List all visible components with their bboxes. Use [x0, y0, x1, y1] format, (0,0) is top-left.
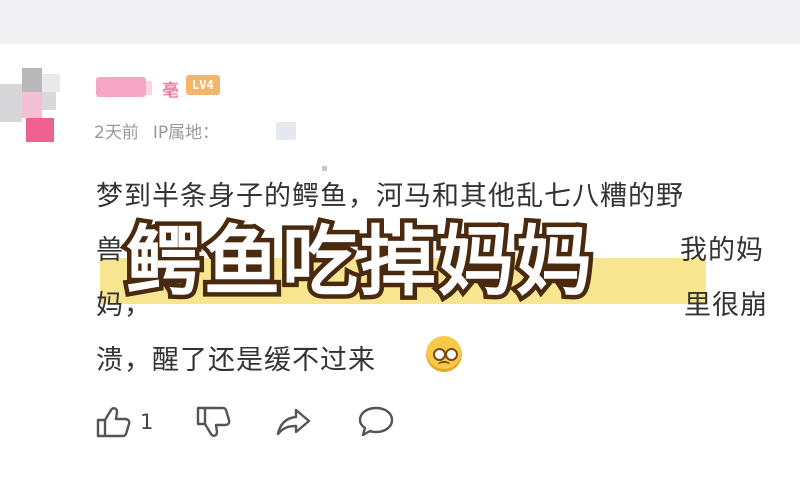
username-blurred-tail: [146, 81, 152, 95]
share-icon[interactable]: [274, 402, 314, 446]
comment-time: 2天前: [94, 123, 139, 143]
comment-text-fragment: 里很崩: [684, 290, 768, 321]
comment-icon[interactable]: [356, 402, 396, 446]
comment-text-fragment: 我的妈: [680, 235, 764, 266]
avatar-pixel: [42, 74, 60, 92]
stray-mark: [322, 166, 327, 171]
username-blurred[interactable]: [96, 77, 146, 97]
ip-location-label: IP属地：: [152, 123, 220, 143]
thumbs-up-icon[interactable]: [94, 402, 134, 446]
comment-text-line: 溃，醒了还是缓不过来: [96, 345, 376, 376]
avatar-pixel: [42, 92, 56, 110]
avatar-pixel: [22, 68, 42, 92]
comment-meta: 2天前 IP属地：: [94, 118, 219, 143]
username-char: 亳: [162, 81, 179, 101]
overlay-caption: 鳄鱼吃掉妈妈: [122, 213, 597, 311]
like-count: 1: [140, 410, 154, 434]
ip-location-blurred: [276, 122, 296, 140]
avatar-pixel: [26, 118, 54, 142]
avatar-pixel: [0, 84, 22, 122]
level-badge: LV4: [186, 75, 220, 95]
avatar-pixel: [22, 92, 42, 118]
top-bar: [0, 0, 800, 44]
sad-face-emoji-icon: [426, 336, 462, 372]
avatar[interactable]: [0, 68, 64, 148]
thumbs-down-icon[interactable]: [194, 402, 234, 446]
